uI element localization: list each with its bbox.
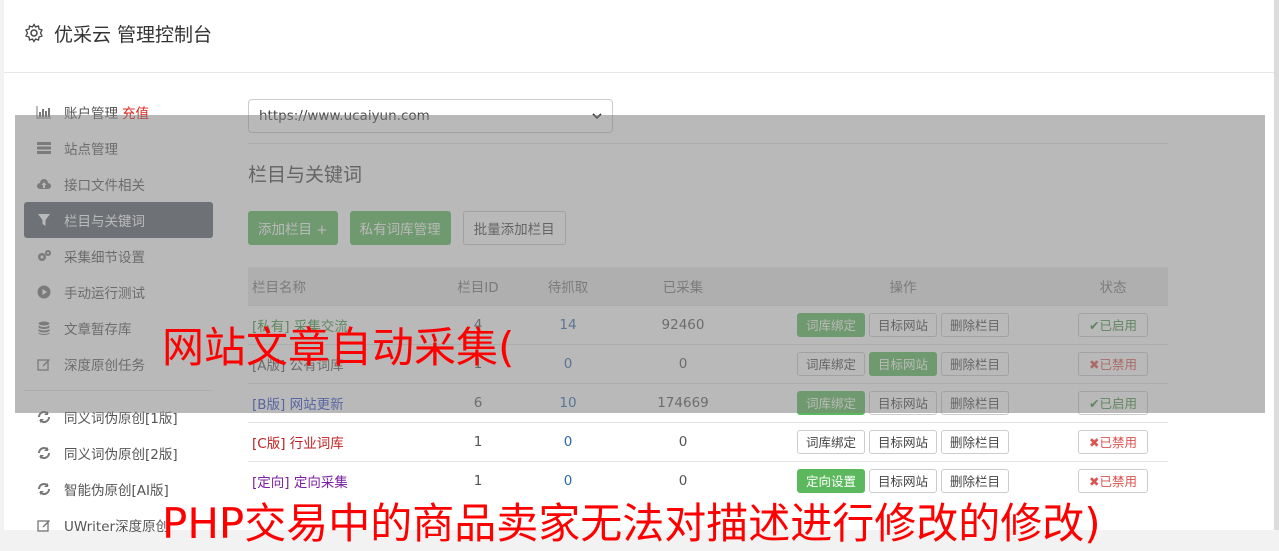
header-id: 栏目ID [438,267,518,305]
filter-icon [36,212,52,228]
chevron-down-icon [592,113,602,120]
app-title: 优采云 管理控制台 [54,24,213,46]
gear-icon [25,23,43,43]
collected-count: 0 [618,343,748,383]
app-header: 优采云 管理控制台 [4,0,1274,73]
dict-bind-button[interactable]: 词库绑定 [796,312,865,337]
status-toggle[interactable]: ✔已启用 [1078,390,1148,415]
sidebar-item-columns[interactable]: 栏目与关键词 [24,202,213,238]
sidebar-item-label: 智能伪原创[AI版] [64,483,169,499]
section-title: 栏目与关键词 [248,164,363,186]
sidebar-item-label: 同义词伪原创[2版] [64,447,178,463]
sidebar-item-collect-settings[interactable]: 采集细节设置 [24,238,213,274]
target-site-button[interactable]: 目标网站 [868,351,937,376]
sidebar-item-interface[interactable]: 接口文件相关 [24,166,213,202]
sidebar-item-label: UWriter深度原创 [64,519,170,535]
delete-column-button[interactable]: 删除栏目 [941,390,1010,415]
column-id: 6 [438,382,518,422]
collected-count: 174669 [618,382,748,422]
header-state: 状态 [1058,267,1168,305]
sidebar-item-label: 同义词伪原创[1版] [64,411,178,427]
target-site-button[interactable]: 目标网站 [868,429,937,454]
header-ops: 操作 [748,267,1058,305]
pending-count[interactable]: 0 [564,434,573,450]
sidebar-item-label: 站点管理 [64,142,118,158]
target-site-button[interactable]: 目标网站 [868,312,937,337]
column-id: 1 [438,421,518,461]
divider [248,143,1168,144]
batch-add-button[interactable]: 批量添加栏目 [462,211,566,245]
toolbar: 添加栏目 + 私有词库管理 批量添加栏目 [248,211,1168,245]
status-toggle[interactable]: ✔已启用 [1078,312,1148,337]
watermark-line-2: PHP交易中的商品卖家无法对描述进行修改的修改) [162,499,1101,548]
column-name-link[interactable]: 行业词库 [290,436,344,452]
dict-bind-button[interactable]: 词库绑定 [796,390,865,415]
target-site-button[interactable]: 目标网站 [868,390,937,415]
column-name-link[interactable]: 定向采集 [294,475,348,491]
sidebar-item-label: 文章暂存库 [64,322,132,338]
edit-icon [36,517,52,533]
pending-count[interactable]: 14 [559,317,576,333]
dict-bind-button[interactable]: 词库绑定 [796,429,865,454]
refresh-icon [36,409,52,425]
pending-count[interactable]: 0 [564,473,573,489]
sidebar-item-sites[interactable]: 站点管理 [24,130,213,166]
columns-table: 栏目名称 栏目ID 待抓取 已采集 操作 状态 [私有] 采集交流 4 14 9… [248,267,1168,500]
sidebar-item-synonym-v1[interactable]: 同义词伪原创[1版] [24,399,213,435]
sidebar-item-manual-run[interactable]: 手动运行测试 [24,274,213,310]
column-tag: [B版] [252,396,286,413]
header-pending: 待抓取 [518,267,618,305]
dict-bind-button[interactable]: 词库绑定 [796,351,865,376]
main-content: https://www.ucaiyun.com 栏目与关键词 添加栏目 + 私有… [248,99,1168,500]
sidebar-item-label: 账户管理 [64,106,118,122]
watermark-line-1: 网站文章自动采集( [162,323,515,372]
site-select[interactable]: https://www.ucaiyun.com [248,99,613,133]
header-name: 栏目名称 [248,267,438,305]
table-row: [C版] 行业词库 1 0 0 词库绑定 目标网站 删除栏目 ✖已禁用 [248,421,1168,461]
table-header-row: 栏目名称 栏目ID 待抓取 已采集 操作 状态 [248,267,1168,305]
refresh-icon [36,445,52,461]
sidebar-item-synonym-v2[interactable]: 同义词伪原创[2版] [24,435,213,471]
column-tag: [C版] [252,435,286,452]
scrollbar[interactable] [1274,0,1279,530]
sidebar-item-account[interactable]: 账户管理 充值 [24,94,213,130]
status-toggle[interactable]: ✖已禁用 [1078,351,1148,376]
sidebar-item-label: 深度原创任务 [64,358,145,374]
column-name-link[interactable]: 网站更新 [290,397,344,413]
table-row: [B版] 网站更新 6 10 174669 词库绑定 目标网站 删除栏目 ✔已启用 [248,382,1168,422]
sidebar-item-label: 栏目与关键词 [64,214,145,230]
recharge-link[interactable]: 充值 [122,102,149,122]
refresh-icon [36,481,52,497]
delete-column-button[interactable]: 删除栏目 [941,312,1010,337]
collected-count: 92460 [618,304,748,344]
delete-column-button[interactable]: 删除栏目 [941,351,1010,376]
server-icon [36,140,52,156]
pending-count[interactable]: 10 [559,395,576,411]
column-tag: [定向] [252,474,290,491]
delete-column-button[interactable]: 删除栏目 [941,429,1010,454]
pending-count[interactable]: 0 [564,356,573,372]
add-column-button[interactable]: 添加栏目 + [248,211,338,245]
sidebar-divider [24,390,213,391]
database-icon [36,320,52,336]
edit-icon [36,356,52,372]
cloud-upload-icon [36,176,52,192]
header-collected: 已采集 [618,267,748,305]
sidebar-item-label: 接口文件相关 [64,178,145,194]
sidebar-item-label: 手动运行测试 [64,286,145,302]
site-select-value: https://www.ucaiyun.com [259,108,430,124]
play-circle-icon [36,284,52,300]
status-toggle[interactable]: ✖已禁用 [1078,429,1148,454]
sidebar-item-label: 采集细节设置 [64,250,145,266]
cogs-icon [36,248,52,264]
private-dict-button[interactable]: 私有词库管理 [349,211,451,245]
bar-chart-icon [36,104,52,120]
collected-count: 0 [618,421,748,461]
